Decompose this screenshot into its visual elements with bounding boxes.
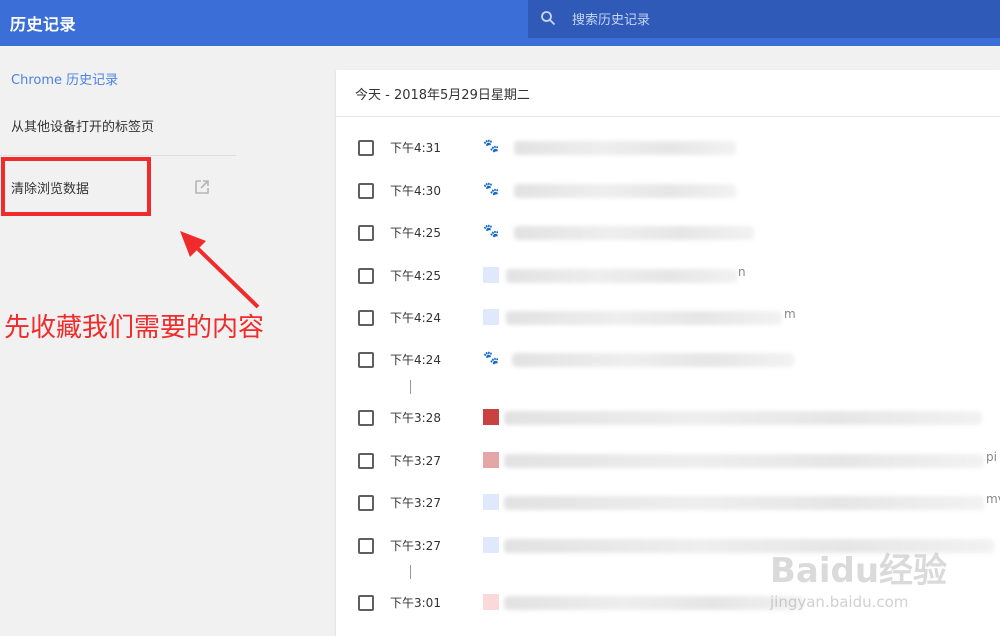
sidebar-divider — [0, 155, 236, 156]
page-title: 历史记录 — [10, 15, 77, 34]
blurred-entry-title[interactable] — [514, 226, 754, 240]
history-row[interactable]: 下午4:31 🐾 — [336, 132, 1000, 162]
watermark-logo-text: Baidu经验 — [770, 551, 948, 591]
date-header: 今天 - 2018年5月29日星期二 — [336, 70, 1000, 117]
history-row[interactable]: 下午4:25 n — [336, 260, 1000, 290]
time-gap-separator — [410, 380, 411, 394]
history-row[interactable]: 下午4:25 🐾 — [336, 217, 1000, 247]
top-app-bar: 历史记录 — [0, 0, 1000, 46]
blurred-entry-title[interactable] — [504, 454, 984, 468]
entry-tail-text: m — [784, 307, 796, 321]
row-time: 下午4:30 — [390, 184, 441, 198]
sidebar-item-other-devices[interactable]: 从其他设备打开的标签页 — [11, 116, 154, 135]
entry-tail-text: pi — [986, 450, 997, 464]
row-time: 下午3:27 — [390, 539, 441, 553]
row-time: 下午3:01 — [390, 596, 441, 610]
history-row[interactable]: 下午4:24 m — [336, 302, 1000, 332]
row-checkbox[interactable] — [358, 140, 374, 156]
row-checkbox[interactable] — [358, 310, 374, 326]
baidu-paw-icon: 🐾 — [483, 351, 500, 366]
entry-tail-text: mv — [986, 492, 1000, 506]
row-time: 下午3:27 — [390, 496, 441, 510]
baidu-paw-icon: 🐾 — [483, 182, 500, 197]
annotation-text: 先收藏我们需要的内容 — [4, 313, 265, 343]
blurred-entry-title[interactable] — [506, 311, 782, 325]
blurred-entry-title[interactable] — [504, 596, 804, 610]
row-time: 下午4:25 — [390, 269, 441, 283]
row-time: 下午4:24 — [390, 353, 441, 367]
time-gap-separator — [410, 565, 411, 579]
row-checkbox[interactable] — [358, 352, 374, 368]
watermark: Baidu经验 jingyan.baidu.com — [770, 525, 1000, 636]
date-label: 今天 - 2018年5月29日星期二 — [355, 88, 530, 103]
history-row[interactable]: 下午4:24 🐾 — [336, 344, 1000, 374]
blurred-entry-title[interactable] — [506, 269, 738, 283]
entry-tail-text: n — [738, 265, 746, 279]
history-row[interactable]: 下午3:28 — [336, 402, 1000, 432]
row-checkbox[interactable] — [358, 538, 374, 554]
row-time: 下午4:25 — [390, 226, 441, 240]
light-blue-site-icon — [483, 309, 499, 325]
row-checkbox[interactable] — [358, 453, 374, 469]
light-blue-site-icon — [483, 267, 499, 283]
light-blue-site-icon — [483, 494, 499, 510]
annotation-arrow — [180, 231, 260, 309]
row-checkbox[interactable] — [358, 410, 374, 426]
blurred-entry-title[interactable] — [514, 141, 736, 155]
row-time: 下午4:31 — [390, 141, 441, 155]
light-pink-site-icon — [483, 594, 499, 610]
row-time: 下午3:27 — [390, 454, 441, 468]
history-row[interactable]: 下午3:27 pi — [336, 445, 1000, 475]
baidu-paw-icon: 🐾 — [483, 139, 500, 154]
row-time: 下午4:24 — [390, 311, 441, 325]
history-row[interactable]: 下午4:30 🐾 — [336, 175, 1000, 205]
sidebar-item-chrome-history[interactable]: Chrome 历史记录 — [11, 69, 118, 88]
annotation-highlight-box — [1, 157, 151, 216]
row-checkbox[interactable] — [358, 595, 374, 611]
blurred-entry-title[interactable] — [512, 353, 794, 367]
external-link-icon[interactable] — [194, 179, 210, 195]
red-site-icon — [483, 409, 499, 425]
blurred-entry-title[interactable] — [504, 496, 984, 510]
row-checkbox[interactable] — [358, 183, 374, 199]
row-checkbox[interactable] — [358, 225, 374, 241]
blurred-entry-title[interactable] — [514, 184, 736, 198]
search-bar[interactable] — [528, 0, 1000, 38]
row-time: 下午3:28 — [390, 411, 441, 425]
row-checkbox[interactable] — [358, 495, 374, 511]
baidu-paw-icon: 🐾 — [483, 224, 500, 239]
pink-site-icon — [483, 452, 499, 468]
watermark-url: jingyan.baidu.com — [770, 593, 909, 611]
light-blue-site-icon — [483, 537, 499, 553]
row-checkbox[interactable] — [358, 268, 374, 284]
blurred-entry-title[interactable] — [504, 411, 982, 425]
history-row[interactable]: 下午3:27 mv — [336, 487, 1000, 517]
search-icon — [541, 11, 556, 26]
search-input[interactable] — [570, 6, 974, 34]
